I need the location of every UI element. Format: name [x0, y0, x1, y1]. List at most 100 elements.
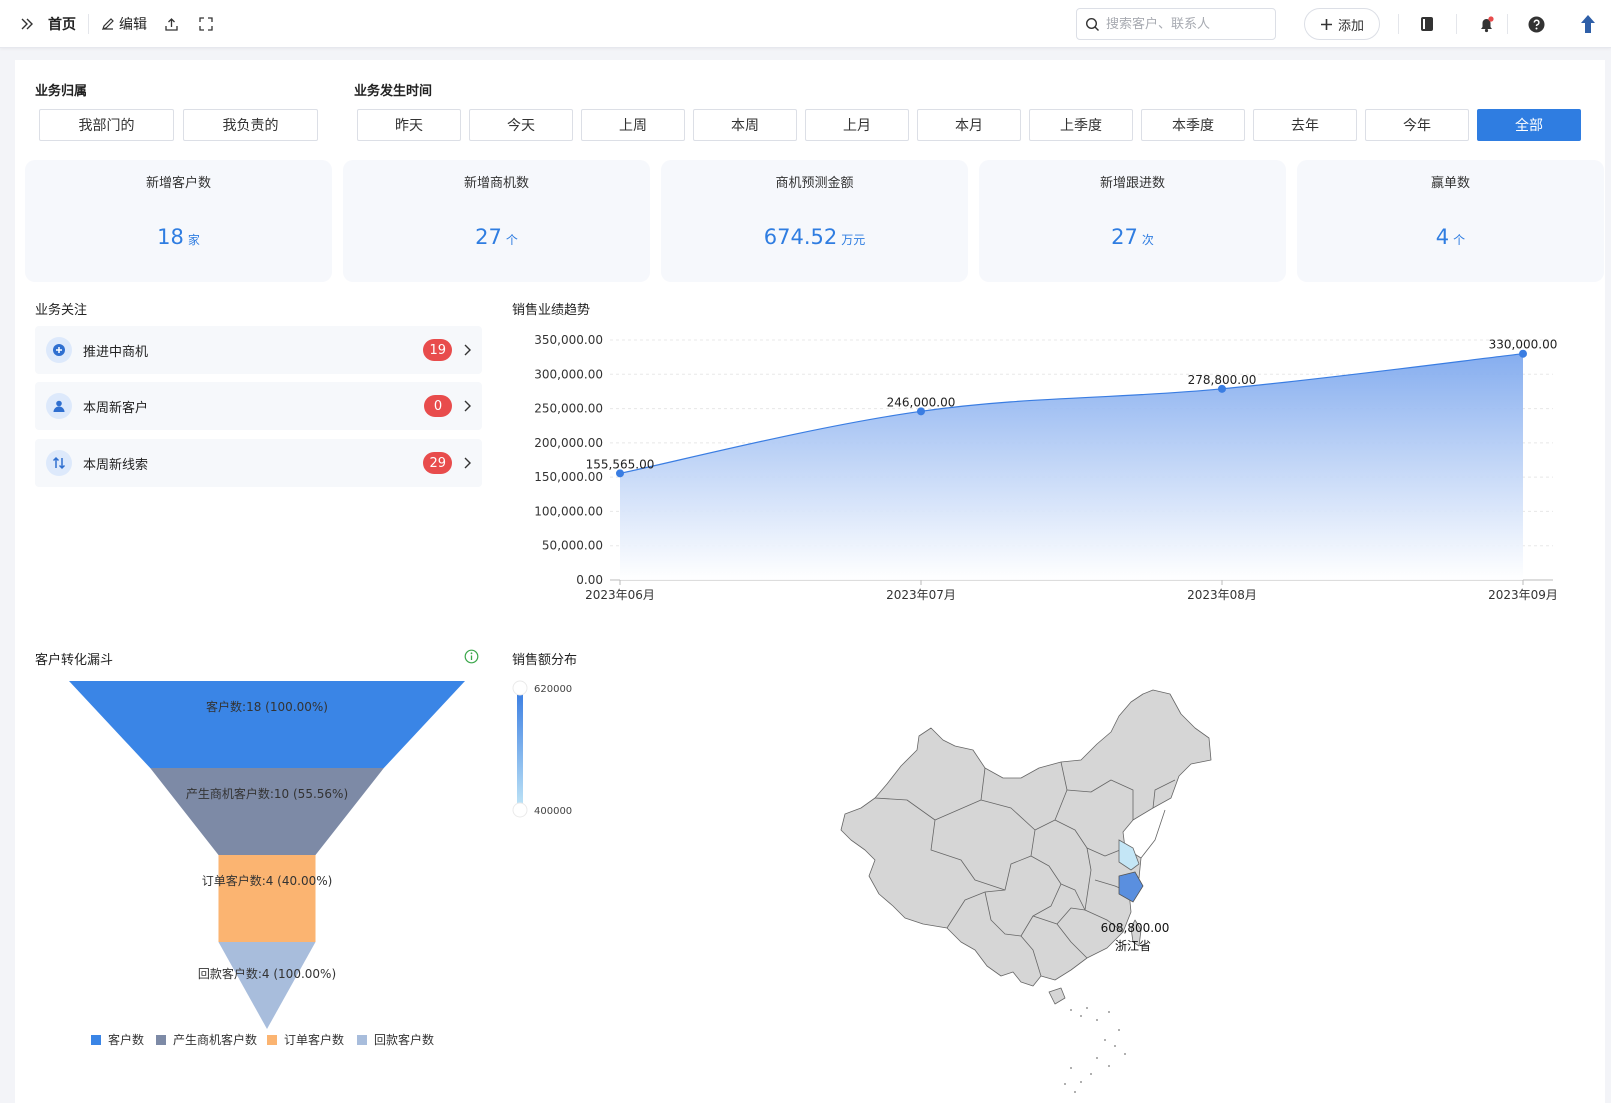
focus-item-label: 本周新客户 — [83, 400, 149, 416]
add-label: 添加 — [1337, 18, 1364, 34]
search-input[interactable] — [1106, 16, 1256, 32]
expand-sidebar-icon[interactable] — [20, 0, 34, 48]
y-tick-label: 300,000.00 — [534, 367, 603, 381]
visual-map-max-label: 620000 — [534, 684, 572, 695]
focus-item-label: 推进中商机 — [83, 344, 149, 360]
chevron-right-icon — [452, 344, 482, 356]
funnel-title: 客户转化漏斗 — [35, 653, 114, 668]
legend-label[interactable]: 产生商机客户数 — [173, 1032, 257, 1047]
divider — [88, 14, 89, 34]
data-label: 330,000.00 — [1489, 338, 1558, 352]
pencil-icon — [102, 18, 114, 30]
y-tick-label: 150,000.00 — [534, 470, 603, 484]
visual-map-handle-bottom[interactable] — [512, 802, 528, 818]
time-option-last-quarter[interactable]: 上季度 — [1029, 109, 1133, 141]
divider — [1456, 14, 1457, 34]
kpi-card-forecast-amount[interactable]: 商机预测金额 674.52 万元 — [661, 160, 968, 282]
focus-item-new-customers-week[interactable]: 本周新客户 0 — [35, 382, 482, 430]
map-value-label: 608,800.00 — [1101, 921, 1170, 935]
south-china-sea-islands — [1064, 1007, 1126, 1093]
visual-map-handle-top[interactable] — [512, 680, 528, 696]
focus-item-new-leads-week[interactable]: 本周新线索 29 — [35, 439, 482, 487]
divider — [1398, 14, 1399, 34]
add-button[interactable]: 添加 — [1304, 8, 1380, 40]
time-option-this-week[interactable]: 本周 — [693, 109, 797, 141]
count-badge: 0 — [424, 395, 452, 417]
time-filter-label: 业务发生时间 — [354, 84, 433, 99]
time-option-today[interactable]: 今天 — [469, 109, 573, 141]
legend-label[interactable]: 订单客户数 — [284, 1032, 344, 1047]
legend-swatch[interactable] — [357, 1035, 367, 1045]
focus-item-active-opportunities[interactable]: 推进中商机 19 — [35, 326, 482, 374]
legend-label[interactable]: 客户数 — [108, 1032, 144, 1047]
kpi-card-new-followups[interactable]: 新增跟进数 27 次 — [979, 160, 1286, 282]
kpi-card-new-customers[interactable]: 新增客户数 18 家 — [25, 160, 332, 282]
funnel-stage-label: 客户数:18 (100.00%) — [206, 699, 328, 714]
legend-swatch[interactable] — [267, 1035, 277, 1045]
kpi-value: 674.52 — [763, 225, 838, 249]
owner-option-my-department[interactable]: 我部门的 — [39, 109, 174, 141]
sales-trend-title: 销售业绩趋势 — [512, 303, 591, 318]
map-region-hainan[interactable] — [1048, 987, 1066, 1005]
legend-swatch[interactable] — [91, 1035, 101, 1045]
kpi-value: 27 — [1111, 225, 1138, 249]
kpi-title: 新增客户数 — [145, 176, 211, 191]
sales-trend-chart: 0.00 50,000.00 100,000.00 150,000.00 200,000… — [534, 333, 1558, 602]
funnel-stage[interactable] — [218, 942, 316, 1029]
search-box[interactable] — [1076, 8, 1276, 40]
bell-icon[interactable] — [1478, 0, 1495, 48]
data-label: 278,800.00 — [1188, 373, 1257, 387]
fullscreen-icon[interactable] — [199, 0, 213, 48]
time-option-last-week[interactable]: 上周 — [581, 109, 685, 141]
kpi-unit: 万元 — [841, 233, 866, 247]
kpi-value: 18 — [157, 225, 184, 249]
export-icon[interactable] — [164, 0, 179, 48]
time-option-last-year[interactable]: 去年 — [1253, 109, 1357, 141]
funnel-chart: 客户数:18 (100.00%) 产生商机客户数:10 (55.56%) 订单客户数… — [69, 681, 465, 1047]
time-option-yesterday[interactable]: 昨天 — [357, 109, 461, 141]
time-option-last-month[interactable]: 上月 — [805, 109, 909, 141]
swap-icon — [46, 450, 72, 476]
kpi-title: 赢单数 — [1430, 176, 1470, 191]
sales-map-title: 销售额分布 — [512, 653, 578, 668]
edit-button[interactable]: 编辑 — [101, 0, 147, 48]
kpi-card-won-deals[interactable]: 赢单数 4个 — [1297, 160, 1604, 282]
x-tick-label: 2023年07月 — [886, 588, 956, 602]
owner-filter-label: 业务归属 — [35, 84, 88, 99]
dashboard-panel: 业务归属 我部门的 我负责的 业务发生时间 昨天 今天 上周 本周 上月 本月 … — [15, 60, 1605, 1103]
funnel-stage[interactable] — [218, 855, 316, 942]
owner-option-my-responsible[interactable]: 我负责的 — [183, 109, 318, 141]
sales-trend-area — [620, 353, 1523, 580]
help-icon[interactable] — [1528, 0, 1545, 48]
legend-label[interactable]: 回款客户数 — [374, 1032, 434, 1047]
funnel-stage-label: 产生商机客户数:10 (55.56%) — [186, 786, 348, 801]
funnel-stage[interactable] — [150, 768, 384, 855]
funnel-stage[interactable] — [69, 681, 465, 768]
home-tab[interactable]: 首页 — [48, 0, 76, 48]
notebook-icon[interactable] — [1419, 0, 1435, 48]
focus-section-title: 业务关注 — [35, 303, 88, 318]
visual-map-scale[interactable]: 620000 400000 — [505, 675, 585, 825]
upgrade-icon[interactable] — [1580, 0, 1596, 48]
kpi-title: 新增跟进数 — [1099, 176, 1165, 191]
china-map[interactable]: 608,800.00 浙江省 — [835, 680, 1255, 1100]
count-badge: 19 — [423, 339, 452, 361]
kpi-value: 4 — [1435, 225, 1450, 249]
plus-circle-icon — [46, 337, 72, 363]
divider — [1507, 14, 1508, 34]
search-icon — [1085, 17, 1099, 31]
kpi-unit: 个 — [1453, 233, 1466, 247]
kpi-card-new-opportunities[interactable]: 新增商机数 27 个 — [343, 160, 650, 282]
time-option-this-quarter[interactable]: 本季度 — [1141, 109, 1245, 141]
time-option-this-month[interactable]: 本月 — [917, 109, 1021, 141]
visual-map-min-label: 400000 — [534, 806, 572, 817]
info-icon[interactable] — [464, 649, 479, 668]
y-tick-label: 200,000.00 — [534, 436, 603, 450]
plus-icon — [1320, 18, 1332, 30]
chevron-right-icon — [452, 457, 482, 469]
funnel-stage-label: 回款客户数:4 (100.00%) — [198, 966, 336, 981]
legend-swatch[interactable] — [156, 1035, 166, 1045]
kpi-title: 商机预测金额 — [775, 176, 854, 191]
time-option-this-year[interactable]: 今年 — [1365, 109, 1469, 141]
time-option-all[interactable]: 全部 — [1477, 109, 1581, 141]
